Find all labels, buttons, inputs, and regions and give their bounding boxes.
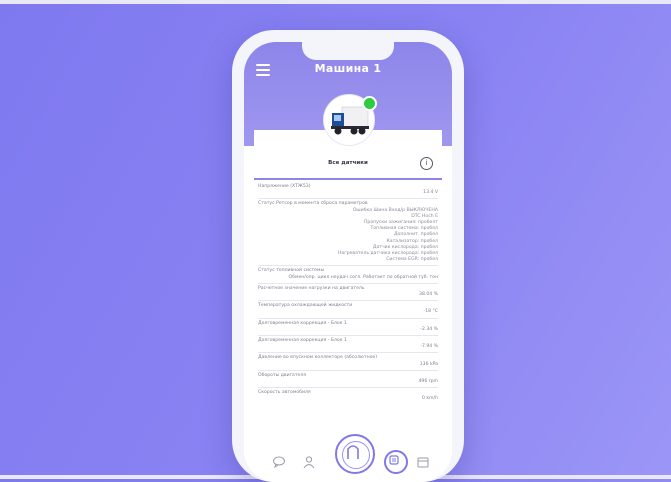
gauge-icon (389, 455, 399, 465)
page-title: Машина 1 (314, 62, 382, 75)
home-button[interactable] (335, 434, 375, 474)
info-icon[interactable]: i (420, 157, 433, 170)
rpm-value: 496 rpm (418, 379, 438, 385)
chat-icon[interactable] (272, 454, 286, 469)
phone-mockup: Машина 1 Все датчики i Напряжение (ХТЖ53… (232, 30, 464, 482)
menu-icon[interactable] (256, 64, 270, 76)
divider (258, 335, 438, 337)
speed-value: 0 km/h (422, 396, 438, 402)
app-screen: Машина 1 Все датчики i Напряжение (ХТЖ53… (244, 42, 452, 482)
divider (258, 282, 438, 284)
status-line: Система EGR: пробел (386, 257, 438, 263)
divider (258, 265, 438, 267)
divider (258, 352, 438, 354)
arch-icon (347, 445, 359, 459)
calendar-icon[interactable] (416, 454, 430, 468)
divider (258, 198, 438, 200)
frame-edge-top (0, 0, 671, 4)
divider (258, 369, 438, 371)
fuel-system-value: Обмен/опр. цикл неудач согл. Работает по… (288, 274, 438, 280)
online-status-dot (362, 96, 377, 111)
section-title: Все датчики (328, 160, 368, 166)
intake-pressure-value: 136 kPa (419, 361, 438, 367)
phone-notch (302, 42, 394, 60)
voltage-value: 13.4 V (423, 190, 438, 196)
coolant-temp-value: -18 °C (423, 309, 438, 315)
divider (258, 317, 438, 319)
bottom-nav (244, 434, 452, 482)
sensors-tab[interactable] (384, 450, 408, 474)
fuel-trim-2-value: -7.94 % (420, 344, 438, 350)
user-icon[interactable] (302, 454, 316, 469)
divider (258, 300, 438, 302)
engine-load-value: 38.04 % (419, 292, 438, 298)
divider (258, 387, 438, 389)
fuel-trim-1-value: -2.34 % (420, 326, 438, 332)
status-lines: Ошибка Шина Вход/р ВЫКЛЮЧЕНА DTC Hoch E … (258, 208, 438, 264)
sensor-list[interactable]: Напряжение (ХТЖ53) 13.4 V Статус Ретсор … (258, 184, 438, 454)
